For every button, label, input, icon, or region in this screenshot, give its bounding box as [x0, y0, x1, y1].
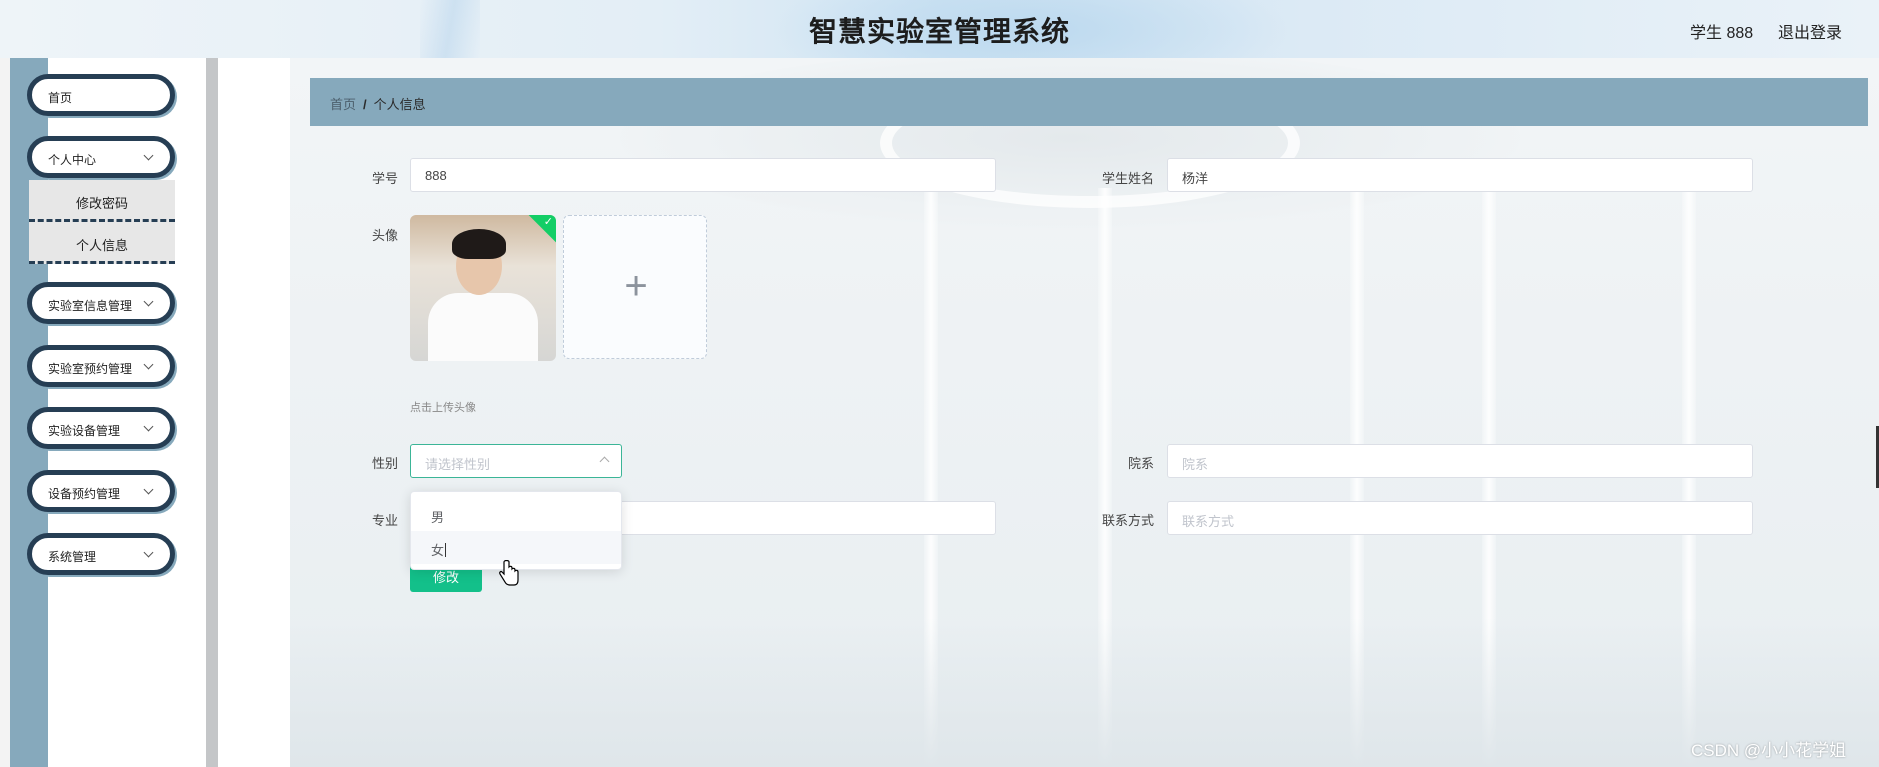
avatar-upload-hint: 点击上传头像 [410, 402, 476, 414]
sidebar-item-personal-center[interactable]: 个人中心 [27, 136, 175, 178]
sidebar-item-lab-info[interactable]: 实验室信息管理 [27, 282, 175, 324]
sidebar-item-equipment[interactable]: 实验设备管理 [27, 407, 175, 449]
hand-cursor-icon [499, 560, 519, 586]
gender-dropdown: 男 女 [410, 491, 622, 570]
plus-icon: + [624, 264, 648, 308]
sidebar-item-home[interactable]: 首页 [27, 74, 175, 116]
student-id-label: 学号 [371, 171, 398, 186]
breadcrumb: 首页 / 个人信息 [310, 78, 1868, 126]
major-label: 专业 [371, 513, 398, 528]
sidebar-item-label: 实验设备管理 [48, 424, 121, 438]
avatar-label: 头像 [371, 228, 398, 243]
sidebar-item-label: 设备预约管理 [48, 487, 121, 501]
chevron-up-icon [599, 456, 610, 467]
avatar-upload-button[interactable]: + [563, 215, 707, 359]
chevron-down-icon [143, 547, 154, 559]
sidebar-item-label: 首页 [48, 91, 73, 105]
department-label: 院系 [1127, 456, 1154, 471]
left-edge [0, 58, 10, 767]
avatar-photo-hair [452, 229, 506, 259]
top-header: 智慧实验室管理系统 学生 888 退出登录 [0, 0, 1879, 58]
contact-field[interactable]: 联系方式 [1167, 501, 1753, 535]
sidebar-item-label: 系统管理 [48, 550, 97, 564]
contact-label: 联系方式 [1101, 513, 1154, 528]
sidebar-subitem-label: 修改密码 [75, 196, 128, 211]
sidebar-divider[interactable] [206, 58, 218, 767]
current-user: 学生 888 [1690, 25, 1754, 42]
chevron-down-icon [143, 296, 154, 308]
gender-select-placeholder: 请选择性别 [425, 457, 491, 472]
content-gutter [218, 58, 290, 767]
chevron-down-icon [143, 421, 154, 433]
student-id-field[interactable]: 888 [410, 158, 996, 192]
watermark: CSDN @小小花学姐 [1691, 741, 1847, 760]
sidebar-item-label: 实验室预约管理 [48, 362, 133, 376]
sidebar-subitem-personal-info[interactable]: 个人信息 [29, 222, 175, 264]
check-icon: ✓ [543, 216, 553, 228]
gender-select[interactable]: 请选择性别 [410, 444, 622, 478]
avatar-image[interactable]: ✓ [410, 215, 556, 361]
chevron-down-icon [143, 484, 154, 496]
sidebar-item-label: 实验室信息管理 [48, 299, 133, 313]
breadcrumb-current: 个人信息 [373, 97, 426, 112]
logout-link[interactable]: 退出登录 [1778, 19, 1842, 43]
sidebar-item-system[interactable]: 系统管理 [27, 533, 175, 575]
student-name-field[interactable]: 杨洋 [1167, 158, 1753, 192]
breadcrumb-home[interactable]: 首页 [330, 97, 356, 112]
chevron-down-icon [143, 150, 154, 162]
app-title: 智慧实验室管理系统 [808, 16, 1070, 47]
text-caret [445, 543, 447, 557]
chevron-down-icon [143, 359, 154, 371]
background-floor [290, 618, 1879, 767]
sidebar-subitem-change-password[interactable]: 修改密码 [29, 180, 175, 222]
gender-label: 性别 [371, 456, 398, 471]
sidebar-item-equipment-reservation[interactable]: 设备预约管理 [27, 470, 175, 512]
student-name-label: 学生姓名 [1101, 171, 1154, 186]
sidebar-subitem-label: 个人信息 [75, 238, 128, 253]
sidebar-item-label: 个人中心 [48, 153, 97, 167]
option-label: 女 [431, 543, 445, 558]
option-label: 男 [431, 510, 445, 525]
sidebar-item-lab-reservation[interactable]: 实验室预约管理 [27, 345, 175, 387]
breadcrumb-separator: / [363, 97, 367, 112]
department-field[interactable]: 院系 [1167, 444, 1753, 478]
avatar-photo-body [428, 293, 538, 361]
gender-option-male[interactable]: 男 [411, 498, 621, 531]
